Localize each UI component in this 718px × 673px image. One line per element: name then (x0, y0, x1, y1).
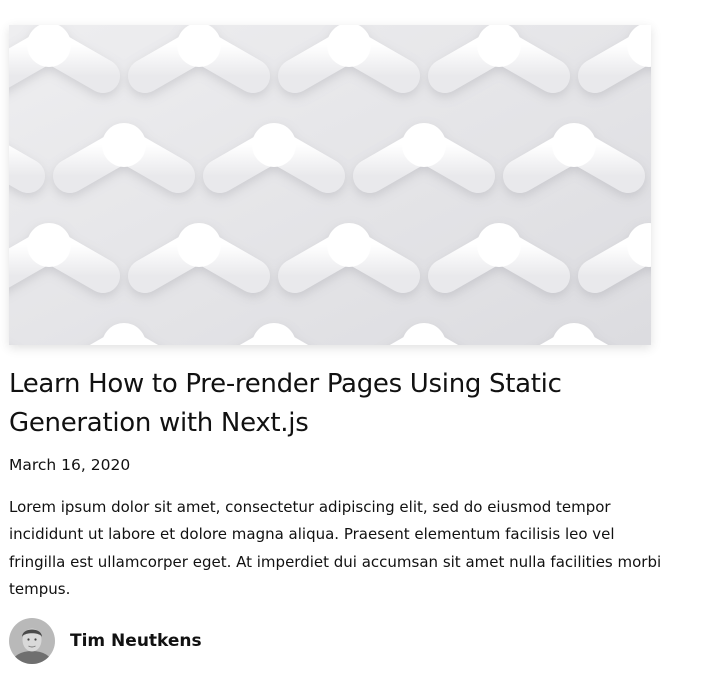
post-excerpt: Lorem ipsum dolor sit amet, consectetur … (9, 498, 662, 598)
author-name: Tim Neutkens (70, 631, 202, 651)
post-date: March 16, 2020 (9, 456, 131, 474)
post-title[interactable]: Learn How to Pre-render Pages Using Stat… (9, 365, 659, 443)
avatar-photo-icon (9, 618, 55, 664)
author-avatar (9, 618, 55, 664)
cover-lattice-graphic (9, 25, 651, 345)
author-info: Tim Neutkens (9, 618, 202, 664)
cover-image[interactable] (9, 25, 651, 345)
